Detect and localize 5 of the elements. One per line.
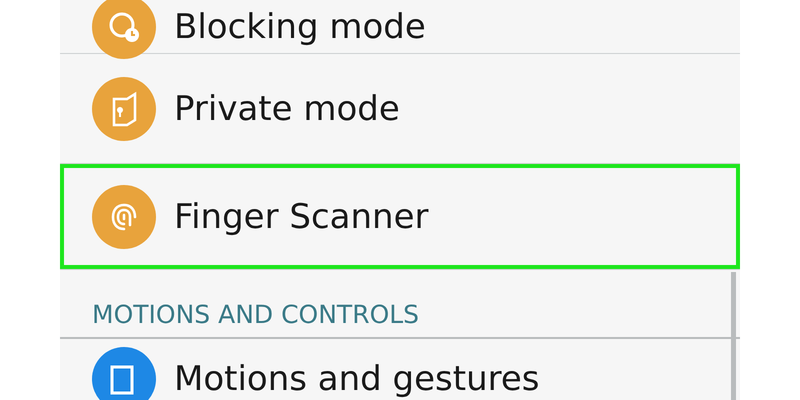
settings-item[interactable]: Private mode <box>60 54 740 163</box>
settings-item[interactable]: Blocking mode <box>60 0 740 53</box>
settings-item[interactable]: Motions and gestures <box>60 339 740 400</box>
settings-item[interactable]: Finger Scanner <box>60 164 740 269</box>
section-header: MOTIONS AND CONTROLS <box>92 300 420 329</box>
